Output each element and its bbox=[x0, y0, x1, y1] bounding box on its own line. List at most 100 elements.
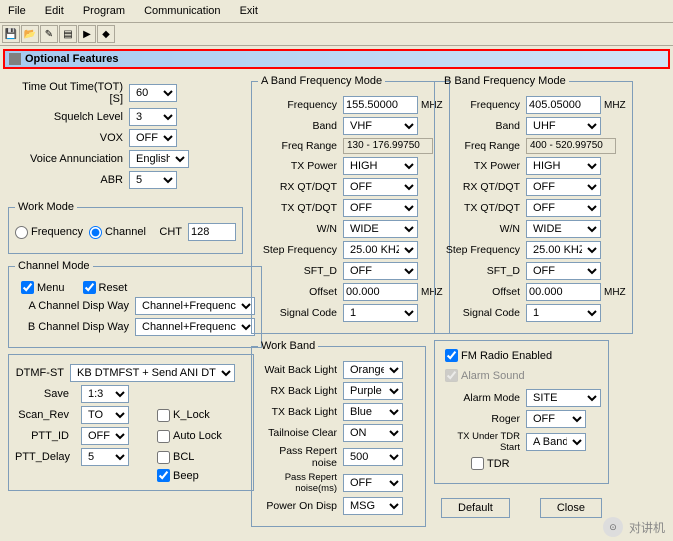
a-rxqt-select[interactable]: OFF bbox=[343, 178, 418, 196]
tail-select[interactable]: ON bbox=[343, 424, 403, 442]
menu-exit[interactable]: Exit bbox=[232, 2, 266, 20]
tb-save-icon[interactable]: 💾 bbox=[2, 25, 20, 43]
txbl-label: TX Back Light bbox=[258, 406, 343, 418]
bcl-check[interactable]: BCL bbox=[157, 451, 247, 464]
band-a-group: A Band Frequency Mode FrequencyMHZ BandV… bbox=[251, 75, 450, 334]
tb-help-icon[interactable]: ◆ bbox=[97, 25, 115, 43]
pttid-select[interactable]: OFF bbox=[81, 427, 129, 445]
tb-open-icon[interactable]: 📂 bbox=[21, 25, 39, 43]
app-icon bbox=[9, 53, 21, 65]
beep-check[interactable]: Beep bbox=[157, 469, 247, 482]
va-label: Voice Annunciation bbox=[9, 153, 129, 165]
watermark-icon: ⊙ bbox=[603, 517, 623, 537]
b-sftd-label: SFT_D bbox=[441, 265, 526, 277]
a-disp-select[interactable]: Channel+Frequency bbox=[135, 297, 255, 315]
menu-edit[interactable]: Edit bbox=[37, 2, 72, 20]
txbl-select[interactable]: Blue bbox=[343, 403, 403, 421]
reset-check[interactable]: Reset bbox=[83, 281, 128, 294]
a-sig-select[interactable]: 1 bbox=[343, 304, 418, 322]
rxbl-label: RX Back Light bbox=[258, 385, 343, 397]
a-txqt-select[interactable]: OFF bbox=[343, 199, 418, 217]
b-offset-input[interactable] bbox=[526, 283, 601, 301]
a-offset-input[interactable] bbox=[343, 283, 418, 301]
prn-select[interactable]: 500 bbox=[343, 448, 403, 466]
klock-check[interactable]: K_Lock bbox=[157, 409, 247, 422]
a-txp-select[interactable]: HIGH bbox=[343, 157, 418, 175]
pon-select[interactable]: MSG bbox=[343, 497, 403, 515]
close-button[interactable]: Close bbox=[540, 498, 602, 518]
a-freq-label: Frequency bbox=[258, 99, 343, 111]
tb-read-icon[interactable]: ▤ bbox=[59, 25, 77, 43]
tb-write-icon[interactable]: ✎ bbox=[40, 25, 58, 43]
rxbl-select[interactable]: Purple bbox=[343, 382, 403, 400]
prn-label: Pass Repert noise bbox=[258, 445, 343, 469]
vox-select[interactable]: OFF bbox=[129, 129, 177, 147]
b-txqt-select[interactable]: OFF bbox=[526, 199, 601, 217]
b-disp-label: B Channel Disp Way bbox=[15, 321, 135, 333]
roger-label: Roger bbox=[441, 413, 526, 425]
dtmf-st-select[interactable]: KB DTMFST + Send ANI DTMF bbox=[70, 364, 235, 382]
tdr-check[interactable]: TDR bbox=[471, 457, 510, 470]
fm-check[interactable]: FM Radio Enabled bbox=[445, 349, 552, 362]
b-offset-label: Offset bbox=[441, 286, 526, 298]
radio-frequency[interactable]: Frequency bbox=[15, 226, 83, 239]
b-step-label: Step Frequency bbox=[441, 244, 526, 256]
pttdelay-label: PTT_Delay bbox=[15, 451, 75, 463]
channel-mode-legend: Channel Mode bbox=[15, 260, 93, 272]
a-freq-input[interactable] bbox=[343, 96, 418, 114]
pttid-label: PTT_ID bbox=[15, 430, 75, 442]
roger-select[interactable]: OFF bbox=[526, 410, 586, 428]
tot-select[interactable]: 60 bbox=[129, 84, 177, 102]
radio-channel[interactable]: Channel bbox=[89, 226, 146, 239]
menu-program[interactable]: Program bbox=[75, 2, 133, 20]
autolock-check[interactable]: Auto Lock bbox=[157, 430, 247, 443]
b-disp-select[interactable]: Channel+Frequency bbox=[135, 318, 255, 336]
menu-communication[interactable]: Communication bbox=[136, 2, 228, 20]
menu-file[interactable]: File bbox=[0, 2, 34, 20]
b-txp-label: TX Power bbox=[441, 160, 526, 172]
pttdelay-select[interactable]: 5 bbox=[81, 448, 129, 466]
b-wn-select[interactable]: WIDE bbox=[526, 220, 601, 238]
b-band-label: Band bbox=[441, 120, 526, 132]
unit-mhz4: MHZ bbox=[604, 287, 626, 298]
b-freq-input[interactable] bbox=[526, 96, 601, 114]
work-mode-group: Work Mode Frequency Channel CHT bbox=[8, 201, 243, 254]
b-txp-select[interactable]: HIGH bbox=[526, 157, 601, 175]
b-freq-label: Frequency bbox=[441, 99, 526, 111]
a-range-ro: 130 - 176.99750 bbox=[343, 138, 433, 154]
txtdr-label: TX Under TDR Start bbox=[441, 431, 526, 453]
b-sig-select[interactable]: 1 bbox=[526, 304, 601, 322]
unit-mhz3: MHZ bbox=[604, 100, 626, 111]
b-rxqt-label: RX QT/DQT bbox=[441, 181, 526, 193]
channel-mode-group: Channel Mode Menu Reset A Channel Disp W… bbox=[8, 260, 262, 348]
b-rxqt-select[interactable]: OFF bbox=[526, 178, 601, 196]
a-band-select[interactable]: VHF bbox=[343, 117, 418, 135]
save-select[interactable]: 1:3 bbox=[81, 385, 129, 403]
work-band-group: Work Band Wait Back LightOrange RX Back … bbox=[251, 340, 426, 527]
b-band-select[interactable]: UHF bbox=[526, 117, 601, 135]
work-mode-legend: Work Mode bbox=[15, 201, 77, 213]
a-wn-select[interactable]: WIDE bbox=[343, 220, 418, 238]
squelch-select[interactable]: 3 bbox=[129, 108, 177, 126]
a-sftd-select[interactable]: OFF bbox=[343, 262, 418, 280]
watermark-text: 对讲机 bbox=[629, 519, 665, 536]
alarm-select[interactable]: SITE bbox=[526, 389, 601, 407]
cht-input[interactable] bbox=[188, 223, 236, 241]
a-disp-label: A Channel Disp Way bbox=[15, 300, 135, 312]
scan-select[interactable]: TO bbox=[81, 406, 129, 424]
va-select[interactable]: English bbox=[129, 150, 189, 168]
wait-select[interactable]: Orange bbox=[343, 361, 403, 379]
work-band-legend: Work Band bbox=[258, 340, 318, 352]
tb-info-icon[interactable]: ▶ bbox=[78, 25, 96, 43]
menu-check[interactable]: Menu bbox=[21, 281, 65, 294]
window-title: Optional Features bbox=[25, 53, 119, 65]
abr-select[interactable]: 5 bbox=[129, 171, 177, 189]
alarmsound-check: Alarm Sound bbox=[445, 369, 525, 382]
b-sftd-select[interactable]: OFF bbox=[526, 262, 601, 280]
default-button[interactable]: Default bbox=[441, 498, 510, 518]
a-rxqt-label: RX QT/DQT bbox=[258, 181, 343, 193]
b-step-select[interactable]: 25.00 KHZ bbox=[526, 241, 601, 259]
prms-select[interactable]: OFF bbox=[343, 474, 403, 492]
txtdr-select[interactable]: A Band bbox=[526, 433, 586, 451]
a-step-select[interactable]: 25.00 KHZ bbox=[343, 241, 418, 259]
